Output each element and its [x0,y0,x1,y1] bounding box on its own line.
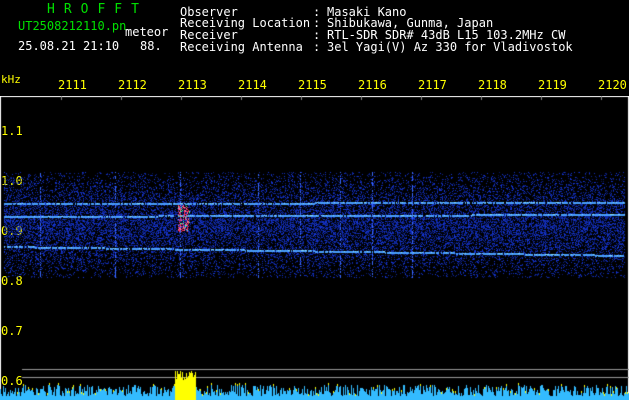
datetime-label: 25.08.21 21:10 [18,39,120,53]
time-tick-label: 2116 [358,78,387,92]
time-tick-label: 2115 [298,78,327,92]
app-title: HROFFT [47,2,148,17]
mode-label: meteor [125,25,169,39]
time-tick-label: 2113 [178,78,207,92]
time-tick-label: 2118 [478,78,507,92]
time-tick-label: 2111 [58,78,87,92]
antenna-colon: : [313,40,321,54]
time-tick-label: 2117 [418,78,447,92]
time-tick-label: 2120 [598,78,627,92]
level-label: 88. [140,39,162,53]
time-tick-label: 2112 [118,78,147,92]
time-tick-label: 2119 [538,78,567,92]
filename-label: UT2508212110.pn [18,19,127,33]
antenna-label: Receiving Antenna [180,40,303,54]
antenna-value: 3el Yagi(V) Az 330 for Vladivostok [327,40,573,54]
hrofft-screen: HROFFT UT2508212110.pn meteor 25.08.21 2… [0,0,629,400]
spectrogram-plot [0,96,629,400]
frequency-unit-label: kHz [1,73,21,86]
time-tick-label: 2114 [238,78,267,92]
